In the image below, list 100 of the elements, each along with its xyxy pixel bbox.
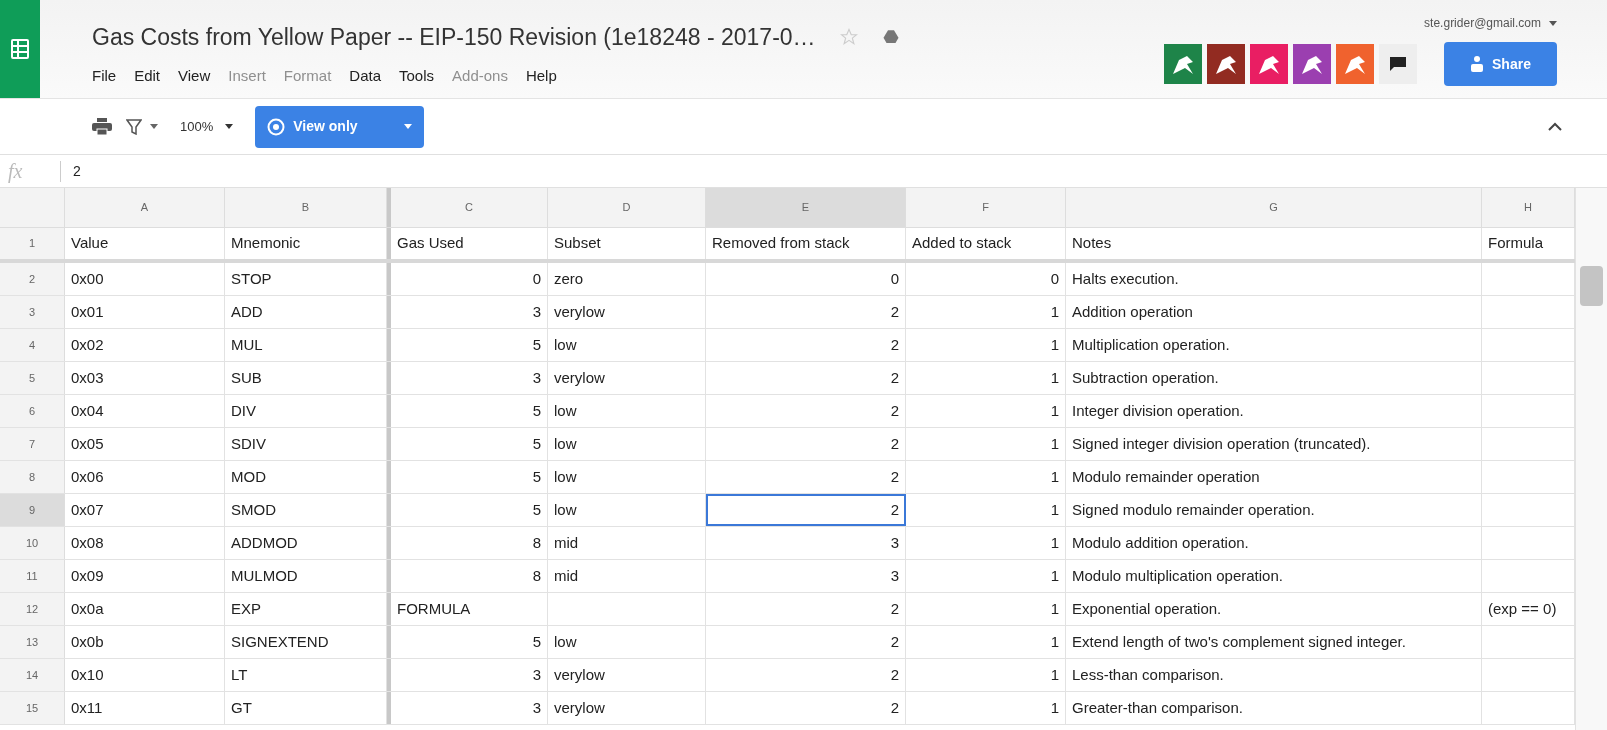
table-cell[interactable]: Added to stack — [906, 228, 1066, 259]
table-cell[interactable]: 3 — [706, 527, 906, 559]
table-cell[interactable]: DIV — [225, 395, 387, 427]
table-cell[interactable]: 2 — [706, 626, 906, 658]
table-cell[interactable]: 1 — [906, 593, 1066, 625]
table-cell[interactable]: 2 — [706, 593, 906, 625]
animal-avatar-icon[interactable] — [1293, 44, 1331, 84]
table-cell[interactable]: Modulo remainder operation — [1066, 461, 1482, 493]
table-cell[interactable]: 1 — [906, 560, 1066, 592]
row-header[interactable]: 5 — [0, 362, 65, 394]
table-cell[interactable]: 1 — [906, 494, 1066, 526]
table-cell[interactable]: 0x0b — [65, 626, 225, 658]
collapse-icon[interactable] — [1548, 122, 1562, 131]
table-cell[interactable]: Mnemonic — [225, 228, 387, 259]
table-cell[interactable]: mid — [548, 560, 706, 592]
menu-item[interactable]: File — [92, 64, 117, 87]
table-cell[interactable]: 0 — [387, 263, 548, 295]
table-cell[interactable]: Integer division operation. — [1066, 395, 1482, 427]
table-cell[interactable]: 5 — [387, 329, 548, 361]
table-cell[interactable]: mid — [548, 527, 706, 559]
table-cell[interactable]: STOP — [225, 263, 387, 295]
row-header[interactable]: 13 — [0, 626, 65, 658]
menu-item[interactable]: Data — [349, 64, 381, 87]
table-cell[interactable]: ADDMOD — [225, 527, 387, 559]
table-cell[interactable]: 0x11 — [65, 692, 225, 724]
table-cell[interactable]: 2 — [706, 692, 906, 724]
table-cell[interactable]: MOD — [225, 461, 387, 493]
table-cell[interactable]: 0x03 — [65, 362, 225, 394]
print-icon[interactable] — [92, 117, 112, 136]
table-cell[interactable]: 5 — [387, 494, 548, 526]
table-cell[interactable]: 2 — [706, 296, 906, 328]
document-title[interactable]: Gas Costs from Yellow Paper -- EIP-150 Revision (1e18248 - 2017-0… — [92, 20, 816, 55]
table-cell[interactable]: Removed from stack — [706, 228, 906, 259]
table-cell[interactable]: 2 — [706, 659, 906, 691]
table-cell[interactable]: low — [548, 428, 706, 460]
column-header[interactable]: E — [706, 188, 906, 227]
table-cell[interactable]: 5 — [387, 395, 548, 427]
column-header[interactable]: B — [225, 188, 387, 227]
table-cell[interactable]: verylow — [548, 296, 706, 328]
account-email[interactable]: ste.grider@gmail.com — [1424, 14, 1541, 32]
star-icon[interactable] — [839, 28, 858, 47]
table-cell[interactable]: 2 — [706, 461, 906, 493]
table-cell[interactable]: Gas Used — [387, 228, 548, 259]
chat-button[interactable] — [1379, 44, 1417, 84]
table-cell[interactable]: low — [548, 329, 706, 361]
table-cell[interactable]: 1 — [906, 659, 1066, 691]
row-header[interactable]: 10 — [0, 527, 65, 559]
table-cell[interactable]: Modulo multiplication operation. — [1066, 560, 1482, 592]
row-header[interactable]: 1 — [0, 228, 65, 259]
table-cell[interactable]: SIGNEXTEND — [225, 626, 387, 658]
table-cell[interactable]: 1 — [906, 395, 1066, 427]
column-header[interactable]: C — [387, 188, 548, 227]
table-cell[interactable]: EXP — [225, 593, 387, 625]
app-logo[interactable] — [0, 0, 40, 98]
table-cell[interactable]: 0x02 — [65, 329, 225, 361]
column-header[interactable]: A — [65, 188, 225, 227]
row-header[interactable]: 4 — [0, 329, 65, 361]
table-cell[interactable]: 2 — [706, 329, 906, 361]
animal-avatar-icon[interactable] — [1207, 44, 1245, 84]
scrollbar-thumb[interactable] — [1580, 266, 1603, 306]
table-cell[interactable]: 0x09 — [65, 560, 225, 592]
scrollbar-track[interactable] — [1575, 188, 1607, 730]
share-button[interactable]: Share — [1444, 42, 1557, 86]
view-only-button[interactable]: View only — [255, 105, 425, 148]
menu-item[interactable]: Help — [525, 64, 557, 87]
row-header[interactable]: 8 — [0, 461, 65, 493]
table-cell[interactable]: SUB — [225, 362, 387, 394]
table-cell[interactable]: Halts execution. — [1066, 263, 1482, 295]
table-cell[interactable]: 8 — [387, 527, 548, 559]
table-cell[interactable]: SMOD — [225, 494, 387, 526]
row-header[interactable]: 11 — [0, 560, 65, 592]
table-cell[interactable]: 0x08 — [65, 527, 225, 559]
table-cell[interactable]: 3 — [387, 692, 548, 724]
row-header[interactable]: 15 — [0, 692, 65, 724]
table-cell[interactable]: 0x00 — [65, 263, 225, 295]
table-cell[interactable]: 1 — [906, 329, 1066, 361]
table-cell[interactable]: Greater-than comparison. — [1066, 692, 1482, 724]
table-cell[interactable]: 1 — [906, 626, 1066, 658]
table-cell[interactable]: 8 — [387, 560, 548, 592]
table-cell[interactable]: Modulo addition operation. — [1066, 527, 1482, 559]
table-cell[interactable]: Addition operation — [1066, 296, 1482, 328]
table-cell[interactable]: 0x07 — [65, 494, 225, 526]
table-cell[interactable]: 1 — [906, 362, 1066, 394]
table-cell[interactable]: 0x05 — [65, 428, 225, 460]
table-cell[interactable]: verylow — [548, 692, 706, 724]
table-cell[interactable]: 1 — [906, 461, 1066, 493]
table-cell[interactable]: Subtraction operation. — [1066, 362, 1482, 394]
table-cell[interactable]: Less-than comparison. — [1066, 659, 1482, 691]
table-cell[interactable]: 1 — [906, 692, 1066, 724]
table-cell[interactable]: low — [548, 494, 706, 526]
table-cell[interactable]: zero — [548, 263, 706, 295]
row-header[interactable]: 9 — [0, 494, 65, 526]
table-cell[interactable]: Extend length of two's complement signed integer. — [1066, 626, 1482, 658]
menu-item[interactable]: Edit — [134, 64, 161, 87]
table-cell[interactable]: low — [548, 626, 706, 658]
table-cell[interactable]: 0x10 — [65, 659, 225, 691]
table-cell[interactable]: GT — [225, 692, 387, 724]
table-cell[interactable]: 1 — [906, 428, 1066, 460]
table-cell[interactable]: 0x0a — [65, 593, 225, 625]
row-header[interactable]: 6 — [0, 395, 65, 427]
